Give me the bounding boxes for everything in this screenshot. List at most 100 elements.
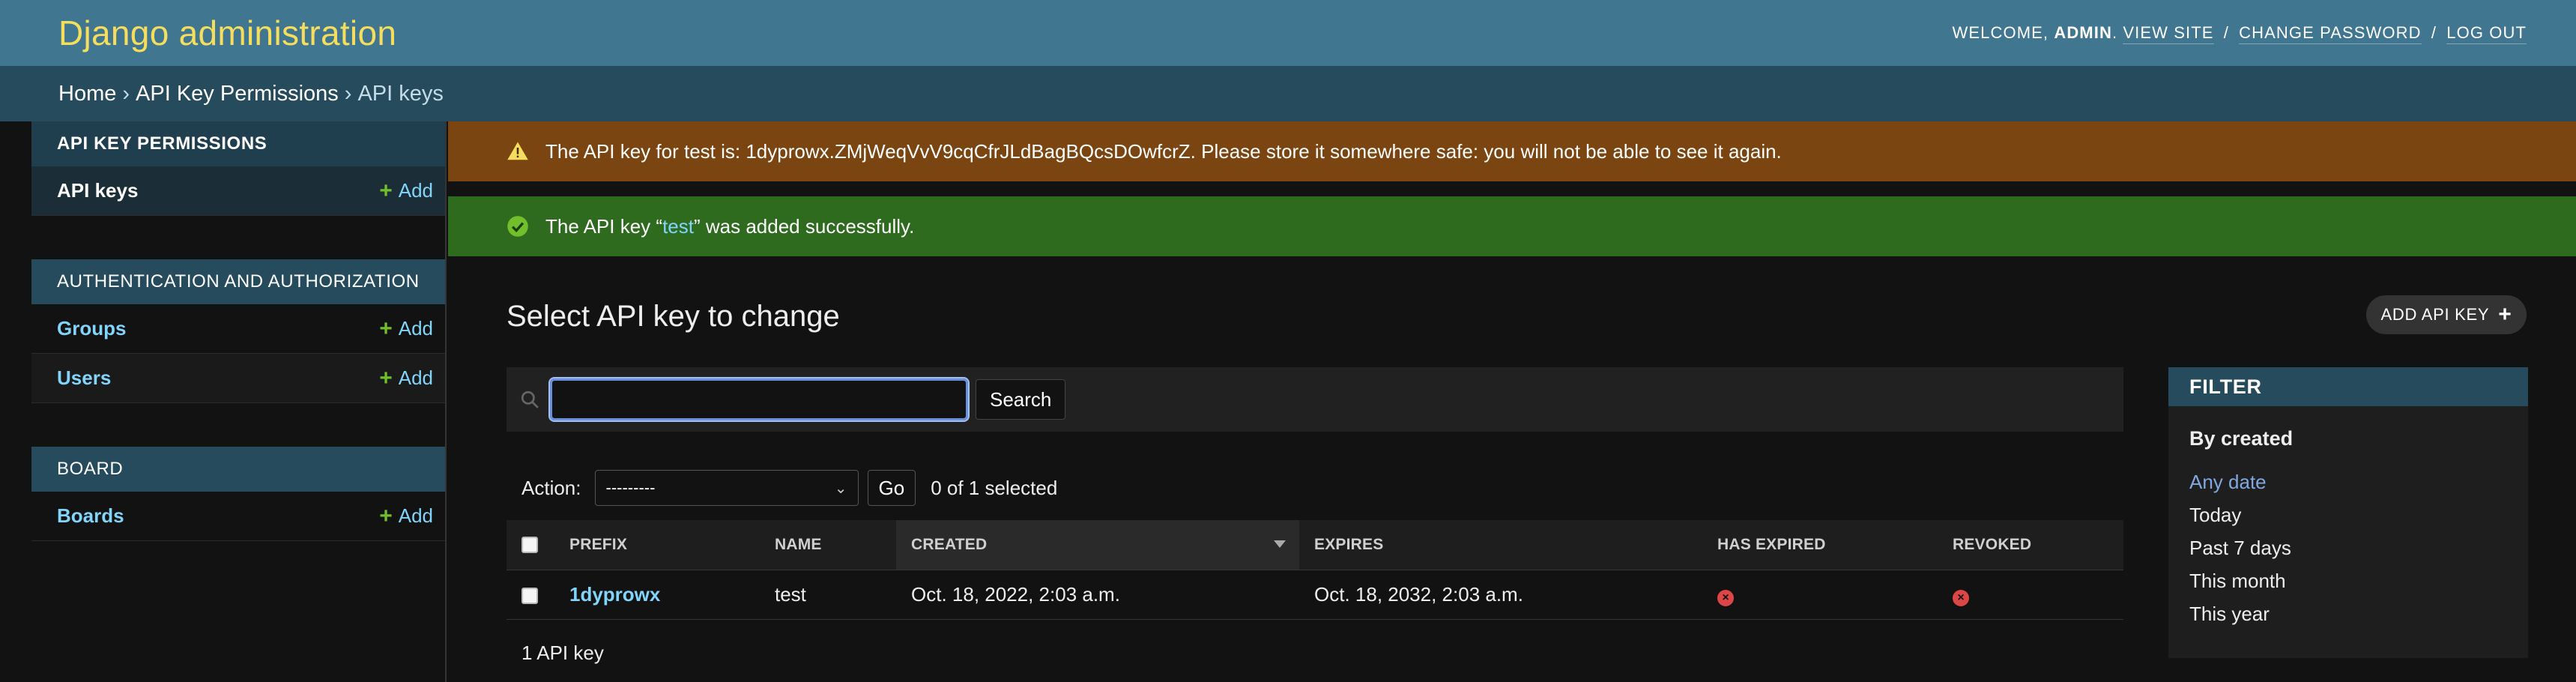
select-all-header	[507, 520, 554, 570]
add-board-link[interactable]: + Add	[379, 504, 433, 529]
site-name-link[interactable]: Django administration	[58, 13, 396, 53]
action-label: Action:	[521, 476, 581, 499]
plus-icon: +	[379, 365, 393, 390]
go-button[interactable]: Go	[867, 470, 916, 506]
column-header-label: Created	[911, 535, 988, 553]
filter-link[interactable]: This year	[2189, 603, 2270, 626]
search-icon	[521, 390, 539, 408]
table-row: 1dyprowx test Oct. 18, 2022, 2:03 a.m. O…	[507, 570, 2123, 620]
filter-title: Filter	[2168, 367, 2528, 406]
table-header-row: Prefix Name Created Expires Has expired …	[507, 520, 2123, 570]
filter-option-this-year: This year	[2189, 597, 2528, 630]
module-caption[interactable]: API Key Permissions	[31, 121, 445, 166]
plus-icon: +	[379, 178, 393, 203]
row-checkbox[interactable]	[521, 587, 538, 604]
sidebar-item-label[interactable]: API keys	[57, 179, 138, 202]
breadcrumb-separator: ›	[344, 81, 352, 106]
column-header-name[interactable]: Name	[760, 520, 896, 570]
welcome-text: Welcome,	[1952, 23, 2049, 42]
breadcrumb-home[interactable]: Home	[58, 82, 116, 106]
sidebar-item-label[interactable]: Groups	[57, 317, 126, 340]
filter-option-today: Today	[2189, 498, 2528, 531]
add-label: Add	[398, 366, 433, 389]
sidebar-item-label[interactable]: Users	[57, 366, 111, 390]
module-caption-label: Board	[57, 459, 124, 479]
breadcrumb-separator: ›	[122, 81, 130, 106]
add-api-key-button[interactable]: Add API key +	[2366, 295, 2527, 334]
filter-link[interactable]: This month	[2189, 570, 2286, 593]
changelist-filter: Filter By created Any date Today Past 7 …	[2168, 367, 2528, 658]
page-title: Select API key to change	[507, 300, 840, 333]
action-select[interactable]: --------- ⌄	[594, 470, 859, 506]
change-password-link[interactable]: Change password	[2239, 23, 2422, 44]
action-counter: 0 of 1 selected	[931, 476, 1058, 499]
module-caption[interactable]: Authentication and Authorization	[31, 259, 445, 304]
row-checkbox-cell	[507, 570, 554, 620]
filter-option-any-date: Any date	[2189, 465, 2528, 498]
cell-name: test	[760, 570, 896, 620]
module-caption-label: Authentication and Authorization	[57, 271, 420, 292]
false-icon: ×	[1717, 589, 1734, 606]
column-header-expires[interactable]: Expires	[1299, 520, 1702, 570]
actions-bar: Action: --------- ⌄ Go 0 of 1 selected	[507, 469, 1331, 507]
column-header-created[interactable]: Created	[896, 520, 1299, 570]
success-text-suffix: ” was added successfully.	[694, 214, 915, 238]
action-select-value: ---------	[605, 478, 656, 497]
sidebar-item-groups: Groups + Add	[31, 304, 445, 354]
module-caption-label: API Key Permissions	[57, 133, 267, 154]
module-caption[interactable]: Board	[31, 447, 445, 492]
plus-icon: +	[379, 503, 393, 528]
chevron-down-icon: ⌄	[834, 480, 847, 497]
paginator: 1 API key	[521, 642, 604, 664]
search-toolbar: Search	[507, 367, 2123, 432]
filter-link[interactable]: Today	[2189, 504, 2241, 527]
filter-option-this-month: This month	[2189, 564, 2528, 597]
module-board: Board Boards + Add	[31, 447, 445, 541]
sidebar-item-api-keys: API keys + Add	[31, 166, 445, 216]
sidebar-item-users: Users + Add	[31, 354, 445, 403]
column-header-has-expired[interactable]: Has expired	[1702, 520, 1938, 570]
sort-descending-icon[interactable]	[1274, 540, 1286, 548]
warning-message: The API key for test is: 1dyprowx.ZMjWeq…	[448, 121, 2576, 181]
username: admin	[2054, 23, 2112, 42]
breadcrumb-app[interactable]: API Key Permissions	[136, 82, 339, 106]
success-message: The API key “test” was added successfull…	[448, 196, 2576, 256]
false-icon: ×	[1953, 589, 1969, 606]
view-site-link[interactable]: View site	[2123, 23, 2214, 44]
module-auth: Authentication and Authorization Groups …	[31, 259, 445, 403]
warning-text: The API key for test is: 1dyprowx.ZMjWeq…	[545, 139, 1782, 163]
checkmark-icon	[507, 216, 528, 237]
sidebar-item-boards: Boards + Add	[31, 492, 445, 541]
filter-link[interactable]: Any date	[2189, 471, 2267, 494]
column-header-prefix[interactable]: Prefix	[554, 520, 760, 570]
header: Django administration Welcome, admin. Vi…	[0, 0, 2576, 66]
log-out-link[interactable]: Log out	[2446, 23, 2527, 44]
cell-created: Oct. 18, 2022, 2:03 a.m.	[896, 570, 1299, 620]
success-object-link[interactable]: test	[662, 215, 694, 238]
breadcrumb: Home › API Key Permissions › API keys	[0, 66, 2576, 121]
filter-option-past-7-days: Past 7 days	[2189, 531, 2528, 564]
sidebar-item-label[interactable]: Boards	[57, 504, 124, 528]
add-label: Add	[398, 179, 433, 202]
add-group-link[interactable]: + Add	[379, 316, 433, 342]
filter-list: Any date Today Past 7 days This month Th…	[2168, 450, 2528, 630]
result-table: Prefix Name Created Expires Has expired …	[507, 520, 2123, 620]
filter-link[interactable]: Past 7 days	[2189, 537, 2291, 560]
select-all-checkbox[interactable]	[521, 537, 538, 554]
column-header-revoked[interactable]: Revoked	[1938, 520, 2123, 570]
success-text-prefix: The API key “	[545, 214, 663, 238]
cell-expires: Oct. 18, 2032, 2:03 a.m.	[1299, 570, 1702, 620]
filter-section-title: By created	[2189, 427, 2294, 450]
plus-icon: +	[2498, 302, 2512, 327]
add-user-link[interactable]: + Add	[379, 366, 433, 391]
row-link[interactable]: 1dyprowx	[569, 583, 660, 606]
add-api-key-link[interactable]: + Add	[379, 178, 433, 204]
search-button[interactable]: Search	[976, 379, 1066, 420]
add-label: Add	[398, 317, 433, 340]
cell-revoked: ×	[1938, 570, 2123, 620]
add-label: Add	[398, 504, 433, 527]
warning-icon	[507, 142, 528, 160]
cell-prefix: 1dyprowx	[554, 570, 760, 620]
nav-sidebar: API Key Permissions API keys + Add Authe…	[31, 121, 447, 682]
search-input[interactable]	[548, 377, 970, 422]
